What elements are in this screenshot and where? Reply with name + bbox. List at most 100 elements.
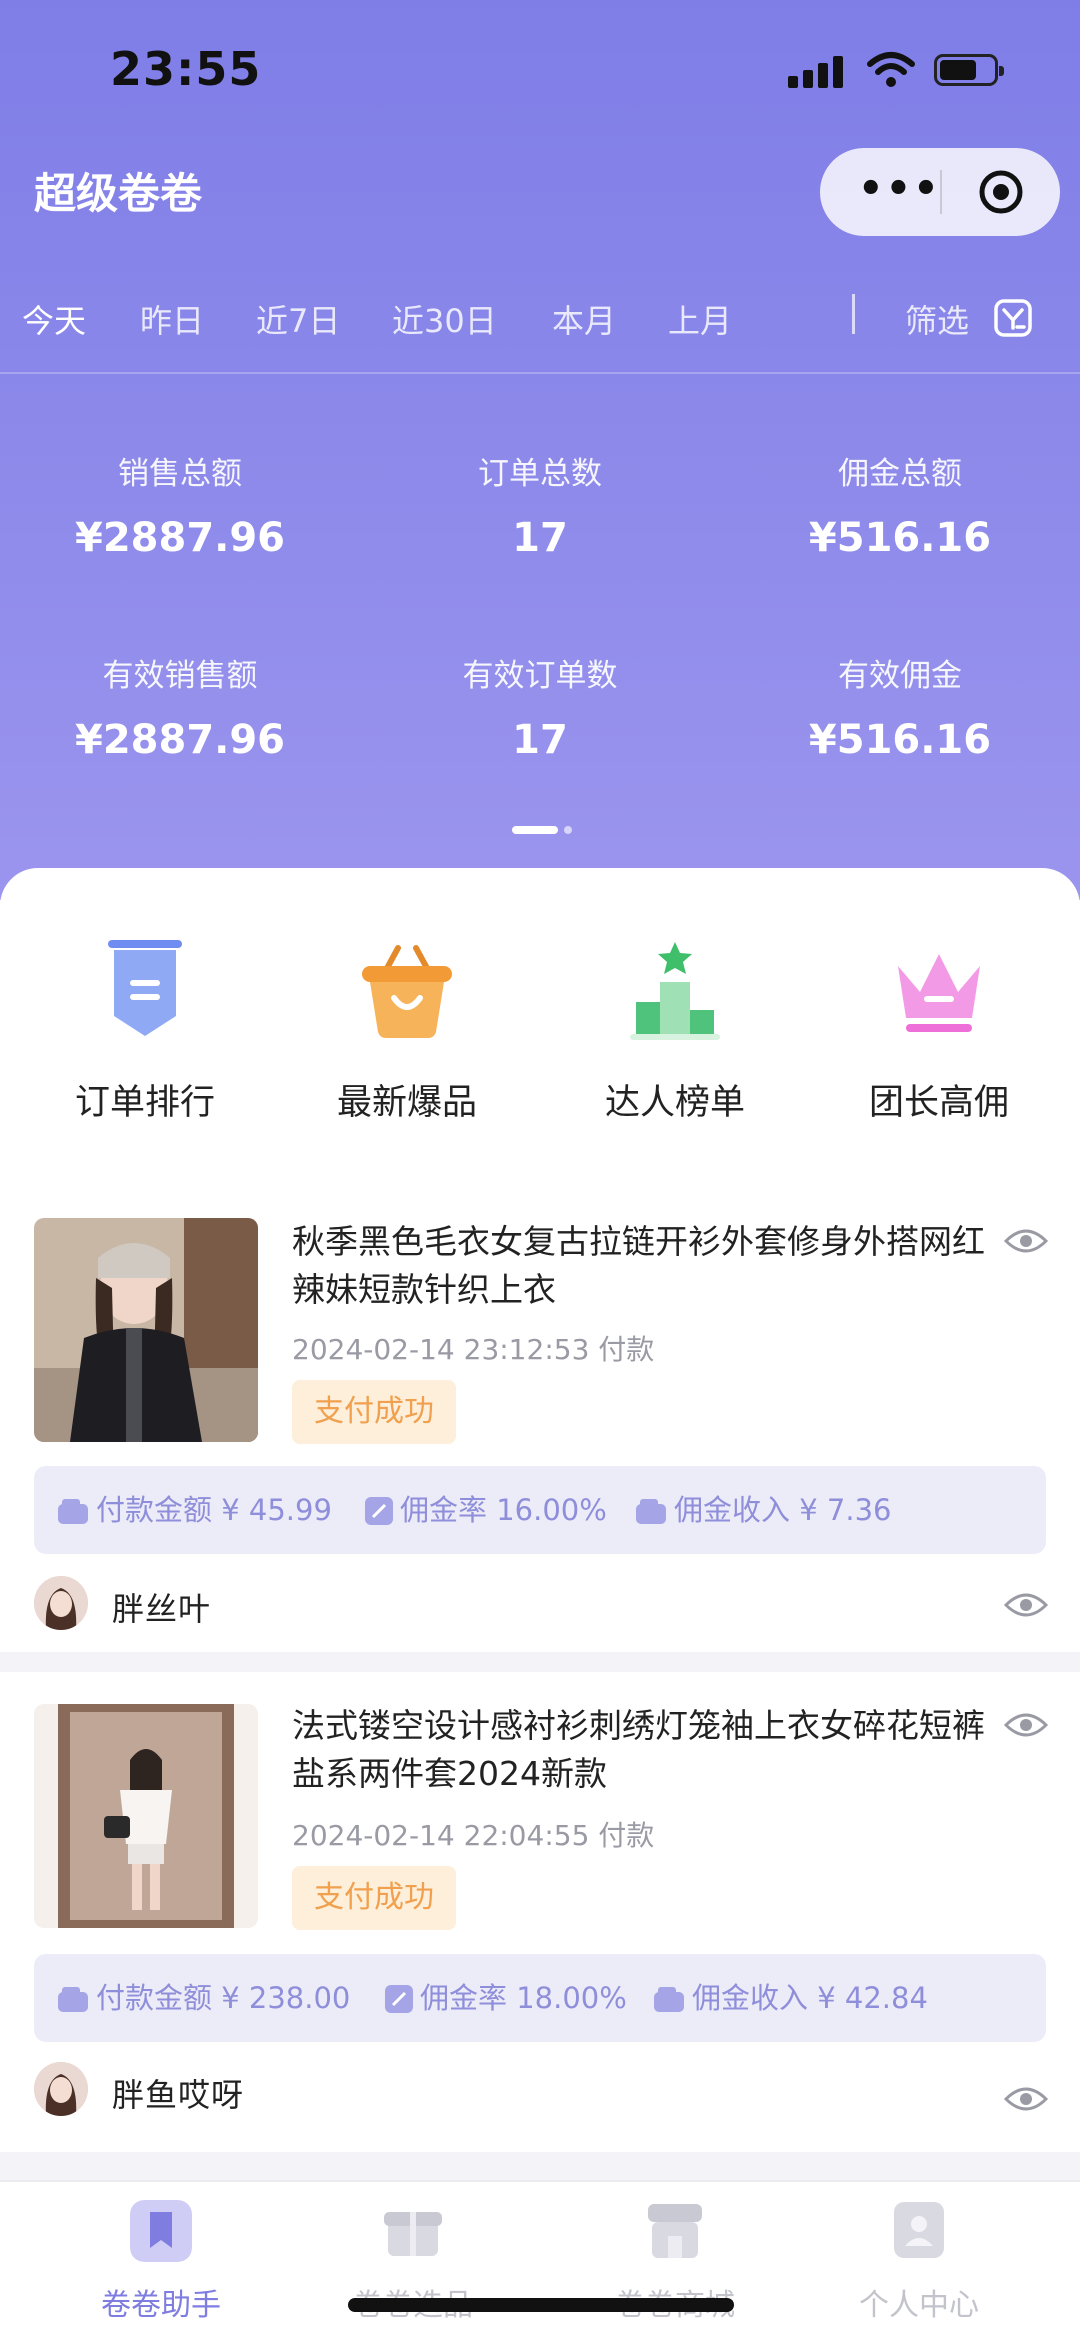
commission-bar: 付款金额 ¥ 45.99 佣金率 16.00% 佣金收入 ¥ 7.36 bbox=[34, 1466, 1046, 1554]
stat-value: ¥2887.96 bbox=[74, 717, 286, 763]
stat-sales-total: 销售总额 ¥2887.96 bbox=[0, 448, 360, 561]
wallet-icon bbox=[58, 1499, 88, 1524]
income-label: 佣金收入 bbox=[674, 1493, 791, 1527]
page-indicator bbox=[512, 826, 572, 836]
order-card[interactable]: 秋季黑色毛衣女复古拉链开衫外套修身外搭网红辣妹短款针织上衣 2024-02-14… bbox=[0, 1188, 1080, 1652]
eye-icon[interactable] bbox=[1004, 1590, 1048, 1620]
quick-action-label: 达人榜单 bbox=[604, 1083, 745, 1123]
stat-valid-sales: 有效销售额 ¥2887.96 bbox=[0, 650, 360, 763]
pay-amount-item: 付款金额 ¥ 238.00 bbox=[56, 1980, 350, 2016]
nav-label: 个人中心 bbox=[859, 2288, 979, 2323]
filter-button[interactable]: 筛选 bbox=[905, 296, 969, 342]
eye-icon[interactable] bbox=[1004, 1710, 1048, 1740]
stat-label: 销售总额 bbox=[118, 456, 242, 492]
stat-value: ¥516.16 bbox=[808, 515, 992, 561]
user-icon bbox=[894, 2202, 944, 2258]
crown-icon bbox=[898, 954, 980, 1032]
wallet-icon bbox=[58, 1987, 88, 2012]
stat-order-count: 订单总数 17 bbox=[360, 448, 720, 561]
income-label: 佣金收入 bbox=[692, 1981, 809, 2015]
app-title: 超级卷卷 bbox=[34, 169, 203, 218]
tab-today[interactable]: 今天 bbox=[22, 296, 86, 342]
nav-assistant[interactable]: 卷卷助手 bbox=[26, 2200, 296, 2324]
eye-icon[interactable] bbox=[1004, 2084, 1048, 2114]
battery-icon bbox=[934, 54, 1004, 86]
capsule-divider bbox=[940, 170, 942, 214]
commission-rate: 18.00% bbox=[516, 1981, 627, 2015]
quick-action-label: 订单排行 bbox=[74, 1083, 215, 1123]
date-tabs: 今天 昨日 近7日 近30日 本月 上月 筛选 bbox=[0, 290, 1080, 360]
quick-action-influencer-list[interactable]: 达人榜单 bbox=[540, 936, 810, 1125]
commission-bar: 付款金额 ¥ 238.00 佣金率 18.00% 佣金收入 ¥ 42.84 bbox=[34, 1954, 1046, 2042]
pay-amount: ¥ 238.00 bbox=[221, 1981, 351, 2015]
tabs-divider bbox=[852, 294, 855, 334]
stat-value: ¥2887.96 bbox=[74, 515, 286, 561]
order-time: 2024-02-14 22:04:55 付款 bbox=[292, 1819, 655, 1852]
tab-last-month[interactable]: 上月 bbox=[668, 296, 732, 342]
influencer-name[interactable]: 胖丝叶 bbox=[112, 1584, 211, 1630]
product-title[interactable]: 法式镂空设计感衬衫刺绣灯笼袖上衣女碎花短裤盐系两件套2024新款 bbox=[292, 1702, 998, 1798]
nav-profile[interactable]: 个人中心 bbox=[784, 2200, 1054, 2324]
commission-rate: 16.00% bbox=[496, 1493, 607, 1527]
rate-label: 佣金率 bbox=[420, 1981, 508, 2015]
quick-action-label: 最新爆品 bbox=[336, 1083, 477, 1123]
avatar[interactable] bbox=[34, 2062, 88, 2116]
more-icon[interactable]: ••• bbox=[858, 169, 939, 212]
tab-30days[interactable]: 近30日 bbox=[392, 296, 497, 342]
wifi-icon bbox=[867, 52, 915, 87]
status-badge: 支付成功 bbox=[292, 1380, 456, 1444]
product-thumbnail[interactable] bbox=[34, 1704, 258, 1928]
commission-income-item: 佣金收入 ¥ 7.36 bbox=[634, 1492, 891, 1528]
commission-rate-item: 佣金率 18.00% bbox=[384, 1980, 627, 2016]
stat-label: 有效佣金 bbox=[838, 658, 962, 694]
influencer-name[interactable]: 胖鱼哎呀 bbox=[112, 2070, 244, 2116]
avatar[interactable] bbox=[34, 1576, 88, 1630]
pay-label: 付款金额 bbox=[96, 1493, 213, 1527]
product-thumbnail[interactable] bbox=[34, 1218, 258, 1442]
status-bar: 23:55 bbox=[0, 0, 1080, 140]
stat-label: 佣金总额 bbox=[838, 456, 962, 492]
gift-box-icon bbox=[384, 2212, 442, 2256]
stat-label: 有效销售额 bbox=[102, 658, 258, 694]
coins-icon bbox=[636, 1499, 666, 1524]
tab-this-month[interactable]: 本月 bbox=[552, 296, 616, 342]
stat-value: 17 bbox=[512, 717, 568, 763]
tabs-underline bbox=[0, 372, 1080, 374]
commission-income: ¥ 7.36 bbox=[799, 1493, 892, 1527]
home-indicator bbox=[348, 2298, 734, 2312]
filter-icon[interactable] bbox=[993, 298, 1033, 338]
tab-7days[interactable]: 近7日 bbox=[256, 296, 340, 342]
quick-action-leader-commission[interactable]: 团长高佣 bbox=[804, 936, 1074, 1125]
quick-action-order-ranking[interactable]: 订单排行 bbox=[10, 936, 280, 1125]
podium-icon bbox=[630, 942, 720, 1040]
commission-income: ¥ 42.84 bbox=[817, 1981, 928, 2015]
stat-value: ¥516.16 bbox=[808, 717, 992, 763]
quick-action-hot-products[interactable]: 最新爆品 bbox=[272, 936, 542, 1125]
coins-icon bbox=[654, 1987, 684, 2012]
eye-icon[interactable] bbox=[1004, 1226, 1048, 1256]
nav-label: 卷卷助手 bbox=[101, 2288, 221, 2323]
stat-label: 有效订单数 bbox=[462, 658, 618, 694]
status-time: 23:55 bbox=[110, 42, 262, 96]
tab-yesterday[interactable]: 昨日 bbox=[140, 296, 204, 342]
stat-label: 订单总数 bbox=[478, 456, 602, 492]
stat-commission-total: 佣金总额 ¥516.16 bbox=[720, 448, 1080, 561]
percent-icon bbox=[365, 1497, 393, 1525]
stat-value: 17 bbox=[512, 515, 568, 561]
signal-icon bbox=[788, 56, 848, 88]
pay-amount: ¥ 45.99 bbox=[221, 1493, 332, 1527]
percent-icon bbox=[385, 1985, 413, 2013]
ranking-badge-icon bbox=[108, 940, 182, 1036]
order-time: 2024-02-14 23:12:53 付款 bbox=[292, 1333, 655, 1366]
bookmark-icon bbox=[130, 2200, 192, 2262]
pay-amount-item: 付款金额 ¥ 45.99 bbox=[56, 1492, 332, 1528]
store-icon bbox=[648, 2204, 702, 2258]
stat-valid-orders: 有效订单数 17 bbox=[360, 650, 720, 763]
product-title[interactable]: 秋季黑色毛衣女复古拉链开衫外套修身外搭网红辣妹短款针织上衣 bbox=[292, 1218, 998, 1314]
status-badge: 支付成功 bbox=[292, 1866, 456, 1930]
order-card[interactable]: 法式镂空设计感衬衫刺绣灯笼袖上衣女碎花短裤盐系两件套2024新款 2024-02… bbox=[0, 1672, 1080, 2152]
quick-action-label: 团长高佣 bbox=[868, 1083, 1009, 1123]
commission-rate-item: 佣金率 16.00% bbox=[364, 1492, 607, 1528]
stat-valid-commission: 有效佣金 ¥516.16 bbox=[720, 650, 1080, 763]
close-target-icon[interactable] bbox=[977, 168, 1025, 216]
